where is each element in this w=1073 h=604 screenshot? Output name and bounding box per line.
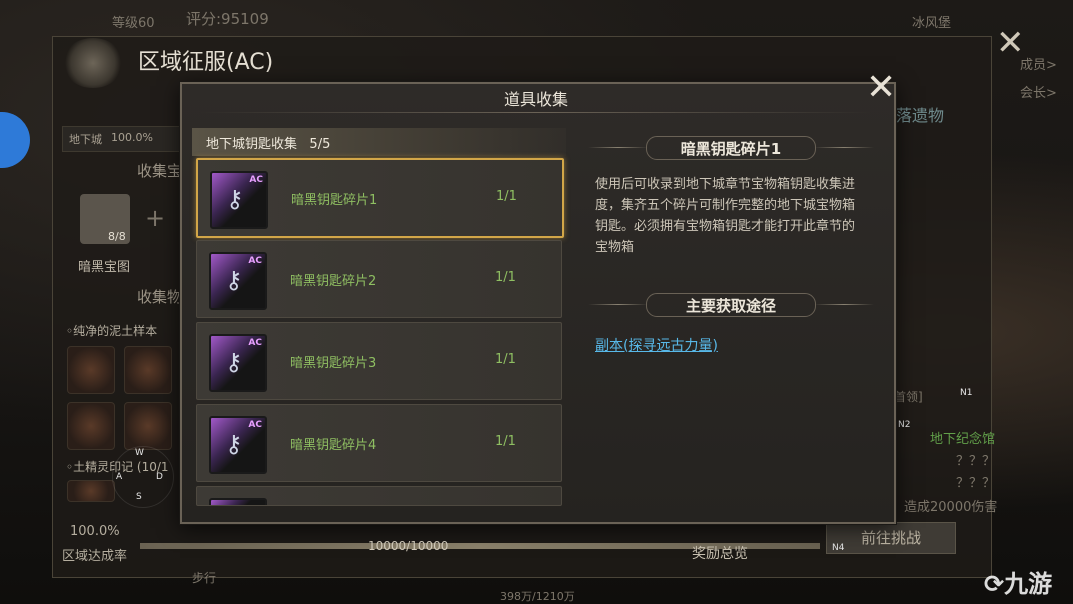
guild-leader-link[interactable]: 会长> xyxy=(1020,82,1057,101)
collect-items-heading: 收集物 xyxy=(137,288,183,306)
list-header-label: 地下城钥匙收集 5/5 xyxy=(206,137,331,152)
item-row-partial[interactable] xyxy=(196,486,562,506)
collect-slot[interactable] xyxy=(67,480,115,502)
dungeon-tab-label: 地下城 xyxy=(69,133,102,146)
collect-slot[interactable] xyxy=(124,402,172,450)
unknown-text-2: ？？？ xyxy=(956,476,996,491)
item-row[interactable]: AC ⚷ 暗黑钥匙碎片2 1/1 xyxy=(196,240,562,318)
modal-close-icon[interactable]: ✕ xyxy=(866,70,896,106)
item-row[interactable]: AC ⚷ 暗黑钥匙碎片1 1/1 xyxy=(196,158,564,238)
item-name: 暗黑钥匙碎片2 xyxy=(290,274,377,289)
pure-soil-label: ◦纯净的泥土样本 xyxy=(66,324,158,338)
window-title: 区域征服(AC) xyxy=(138,50,274,75)
item-row[interactable]: AC ⚷ 暗黑钥匙碎片3 1/1 xyxy=(196,322,562,400)
reward-overview-button[interactable]: 奖励总览 xyxy=(692,543,748,563)
source-heading: 主要获取途径 xyxy=(685,297,776,315)
source-dungeon-link[interactable]: 副本(探寻远古力量) xyxy=(595,335,718,355)
go-challenge-button[interactable]: 前往挑战 xyxy=(826,522,956,554)
item-name: 暗黑钥匙碎片3 xyxy=(290,356,377,371)
members-link[interactable]: 成员> xyxy=(1020,54,1057,73)
joystick-a: A xyxy=(116,472,123,482)
dungeon-tab-percent: 100.0% xyxy=(111,131,153,144)
dark-key-fragment-icon: AC ⚷ xyxy=(209,416,267,474)
region-progress-text: 10000/10000 xyxy=(368,539,449,553)
item-description: 使用后可收录到地下城章节宝物箱钥匙收集进度，集齐五个碎片可制作完整的地下城宝物箱… xyxy=(595,177,856,255)
modal-divider xyxy=(200,112,872,113)
collect-treasure-heading: 收集宝 xyxy=(137,162,183,180)
joystick-s: S xyxy=(136,492,142,502)
treasure-map-label: 暗黑宝图 xyxy=(78,260,131,275)
region-rate-label: 区域达成率 xyxy=(62,549,128,564)
collect-slot[interactable] xyxy=(67,346,115,394)
marker-n2: N2 xyxy=(898,420,911,430)
item-name: 暗黑钥匙碎片4 xyxy=(290,438,377,453)
treasure-map-count: 8/8 xyxy=(108,230,126,243)
item-count: 1/1 xyxy=(496,189,517,204)
collect-slot[interactable] xyxy=(67,402,115,450)
dark-key-fragment-icon: AC ⚷ xyxy=(209,252,267,310)
player-score: 评分:95109 xyxy=(186,10,269,28)
region-name: 冰风堡 xyxy=(912,16,952,31)
dark-key-fragment-icon xyxy=(209,498,267,505)
modal-title: 道具收集 xyxy=(503,90,568,109)
detail-title: 暗黑钥匙碎片1 xyxy=(680,140,782,158)
joystick-w: W xyxy=(135,448,144,458)
plus-icon: + xyxy=(145,204,166,232)
unknown-text-1: ？？？ xyxy=(956,454,996,469)
item-count: 1/1 xyxy=(495,434,516,449)
watermark-logo: ⟳九游 xyxy=(984,570,1053,598)
joystick-d: D xyxy=(156,472,163,482)
collect-slot[interactable] xyxy=(124,346,172,394)
damage-requirement: 造成20000伤害 xyxy=(904,500,998,515)
player-level: 等级60 xyxy=(112,16,155,31)
item-count: 1/1 xyxy=(495,270,516,285)
relic-hall-label: 地下纪念馆 xyxy=(930,432,996,447)
money-label: 398万/1210万 xyxy=(500,590,575,603)
marker-n1: N1 xyxy=(960,388,973,398)
treasure-map-icon[interactable]: 8/8 xyxy=(80,194,130,244)
walk-label: 步行 xyxy=(192,571,217,585)
region-percent: 100.0% xyxy=(70,524,120,539)
item-row[interactable]: AC ⚷ 暗黑钥匙碎片4 1/1 xyxy=(196,404,562,482)
boss-label: 首领] xyxy=(894,390,923,404)
item-name: 暗黑钥匙碎片1 xyxy=(291,193,378,208)
region-emblem-icon xyxy=(62,38,124,88)
dungeon-tab[interactable]: 地下城 100.0% xyxy=(62,126,184,152)
dark-key-fragment-icon: AC ⚷ xyxy=(210,171,268,229)
dark-key-fragment-icon: AC ⚷ xyxy=(209,334,267,392)
item-count: 1/1 xyxy=(495,352,516,367)
marker-n4: N4 xyxy=(832,543,845,553)
